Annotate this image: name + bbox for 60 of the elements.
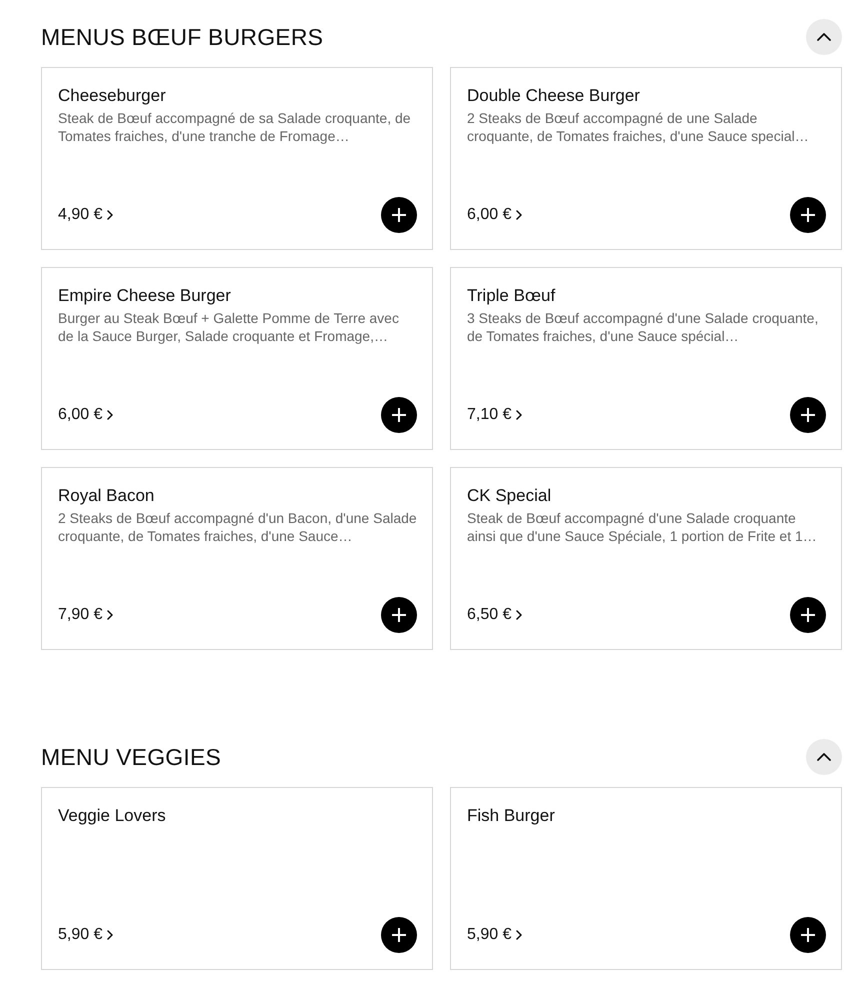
chevron-right-icon <box>107 610 114 620</box>
menu-item-card[interactable]: CK Special Steak de Bœuf accompagné d'une Salade croquante ainsi que d'une Sauce Spéciale, 1 portion de Frite et 1… 6,50 € <box>450 467 842 650</box>
chevron-right-icon <box>107 410 114 420</box>
plus-icon <box>801 408 815 422</box>
plus-icon <box>392 208 406 222</box>
item-description: Steak de Bœuf accompagné de sa Salade croquante, de Tomates fraiches, d'une tranche de Fromage… <box>58 109 412 145</box>
chevron-right-icon <box>516 210 522 220</box>
item-description: 2 Steaks de Bœuf accompagné d'un Bacon, d'une Salade croquante, de Tomates fraiches, d'une Sauce… <box>58 509 417 545</box>
chevron-right-icon <box>107 210 114 220</box>
item-description: 3 Steaks de Bœuf accompagné d'une Salade croquante, de Tomates fraiches, d'une Sauce spécial… <box>467 309 820 345</box>
collapse-button[interactable] <box>806 739 842 775</box>
add-button[interactable] <box>790 397 826 433</box>
chevron-up-icon <box>817 33 831 41</box>
plus-icon <box>392 408 406 422</box>
chevron-right-icon <box>107 930 114 940</box>
section-heading: MENUS BŒUF BURGERS <box>41 24 324 50</box>
menu-item-card[interactable]: Triple Bœuf 3 Steaks de Bœuf accompagné d'une Salade croquante, de Tomates fraiches, d'une Sauce spécial… 7,10 € <box>450 267 842 450</box>
plus-icon <box>392 928 406 942</box>
menu-item-card[interactable]: Double Cheese Burger 2 Steaks de Bœuf accompagné de une Salade croquante, de Tomates fraiches, d'une Sauce special… 6,00 € <box>450 67 842 250</box>
item-name: Cheeseburger <box>58 86 167 106</box>
item-name: Fish Burger <box>467 806 556 826</box>
item-description: 2 Steaks de Bœuf accompagné de une Salade croquante, de Tomates fraiches, d'une Sauce special… <box>467 109 810 145</box>
item-price: 4,90 € <box>58 206 102 224</box>
add-button[interactable] <box>381 397 417 433</box>
item-description: Burger au Steak Bœuf + Galette Pomme de Terre avec de la Sauce Burger, Salade croquante et Fromage,… <box>58 309 400 345</box>
item-name: Double Cheese Burger <box>467 86 641 106</box>
menu-item-card[interactable]: Royal Bacon 2 Steaks de Bœuf accompagné d'un Bacon, d'une Salade croquante, de Tomates fraiches, d'une Sauce… 7,90 € <box>41 467 433 650</box>
chevron-up-icon <box>817 753 831 761</box>
plus-icon <box>392 608 406 622</box>
item-description: Steak de Bœuf accompagné d'une Salade croquante ainsi que d'une Sauce Spéciale, 1 portion de Frite et 1… <box>467 509 818 545</box>
collapse-button[interactable] <box>806 19 842 55</box>
add-button[interactable] <box>381 917 417 953</box>
section-heading: MENU VEGGIES <box>41 744 222 770</box>
add-button[interactable] <box>790 197 826 233</box>
item-price: 5,90 € <box>467 926 512 944</box>
item-price: 6,00 € <box>467 206 512 224</box>
chevron-right-icon <box>516 410 522 420</box>
chevron-right-icon <box>516 930 522 940</box>
menu-item-card[interactable]: Veggie Lovers 5,90 € <box>41 787 433 970</box>
item-name: Empire Cheese Burger <box>58 286 232 306</box>
add-button[interactable] <box>790 917 826 953</box>
menu-item-card[interactable]: Fish Burger 5,90 € <box>450 787 842 970</box>
item-name: Triple Bœuf <box>467 286 556 306</box>
add-button[interactable] <box>790 597 826 633</box>
plus-icon <box>801 208 815 222</box>
add-button[interactable] <box>381 597 417 633</box>
add-button[interactable] <box>381 197 417 233</box>
plus-icon <box>801 928 815 942</box>
item-price: 7,90 € <box>58 606 102 624</box>
item-price: 5,90 € <box>58 926 102 944</box>
menu-item-card[interactable]: Cheeseburger Steak de Bœuf accompagné de sa Salade croquante, de Tomates fraiches, d'une tranche de Fromage… 4,90 € <box>41 67 433 250</box>
menu-item-card[interactable]: Empire Cheese Burger Burger au Steak Bœuf + Galette Pomme de Terre avec de la Sauce Burger, Salade croquante et Fromage,… 6,00 € <box>41 267 433 450</box>
item-price: 6,50 € <box>467 606 512 624</box>
item-name: Royal Bacon <box>58 486 156 506</box>
item-name: CK Special <box>467 486 552 506</box>
plus-icon <box>801 608 815 622</box>
item-name: Veggie Lovers <box>58 806 167 826</box>
item-price: 7,10 € <box>467 406 512 424</box>
chevron-right-icon <box>516 610 522 620</box>
item-price: 6,00 € <box>58 406 102 424</box>
